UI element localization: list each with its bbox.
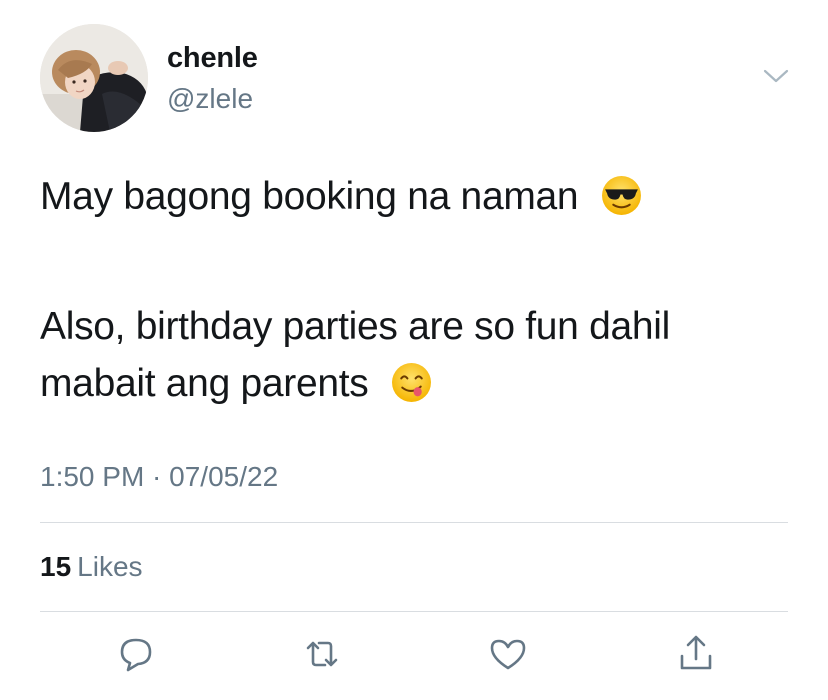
divider-top — [40, 522, 788, 523]
tweet-line-3-text: mabait ang parents — [40, 362, 369, 405]
likes-summary[interactable]: 15 Likes — [40, 551, 143, 583]
likes-label: Likes — [77, 551, 143, 582]
smiling-face-with-sunglasses-emoji — [601, 176, 641, 215]
tweet-line-1: May bagong booking na naman — [40, 168, 800, 225]
avatar[interactable] — [40, 24, 148, 132]
tweet-line-2: Also, birthday parties are so fun dahil — [40, 305, 670, 348]
chevron-down-icon[interactable] — [762, 66, 790, 86]
reply-icon — [120, 638, 152, 672]
tweet-text: May bagong booking na naman Also, birthd… — [40, 168, 800, 412]
tweet-line-3: mabait ang parents — [40, 355, 800, 412]
profile-photo-avatar — [40, 24, 148, 132]
tweet-line-1-text: May bagong booking na naman — [40, 175, 579, 218]
like-heart-icon — [490, 639, 526, 670]
share-button[interactable] — [674, 632, 718, 676]
user-handle[interactable]: @zlele — [167, 83, 253, 115]
retweet-button[interactable] — [300, 632, 344, 676]
retweet-icon — [306, 641, 338, 667]
like-button[interactable] — [486, 632, 530, 676]
share-icon — [680, 635, 712, 670]
tweet-timestamp[interactable]: 1:50 PM · 07/05/22 — [40, 461, 278, 493]
display-name[interactable]: chenle — [167, 42, 258, 75]
divider-bottom — [40, 611, 788, 612]
reply-button[interactable] — [114, 632, 158, 676]
likes-count: 15 — [40, 551, 72, 582]
face-savoring-food-emoji — [392, 363, 432, 402]
